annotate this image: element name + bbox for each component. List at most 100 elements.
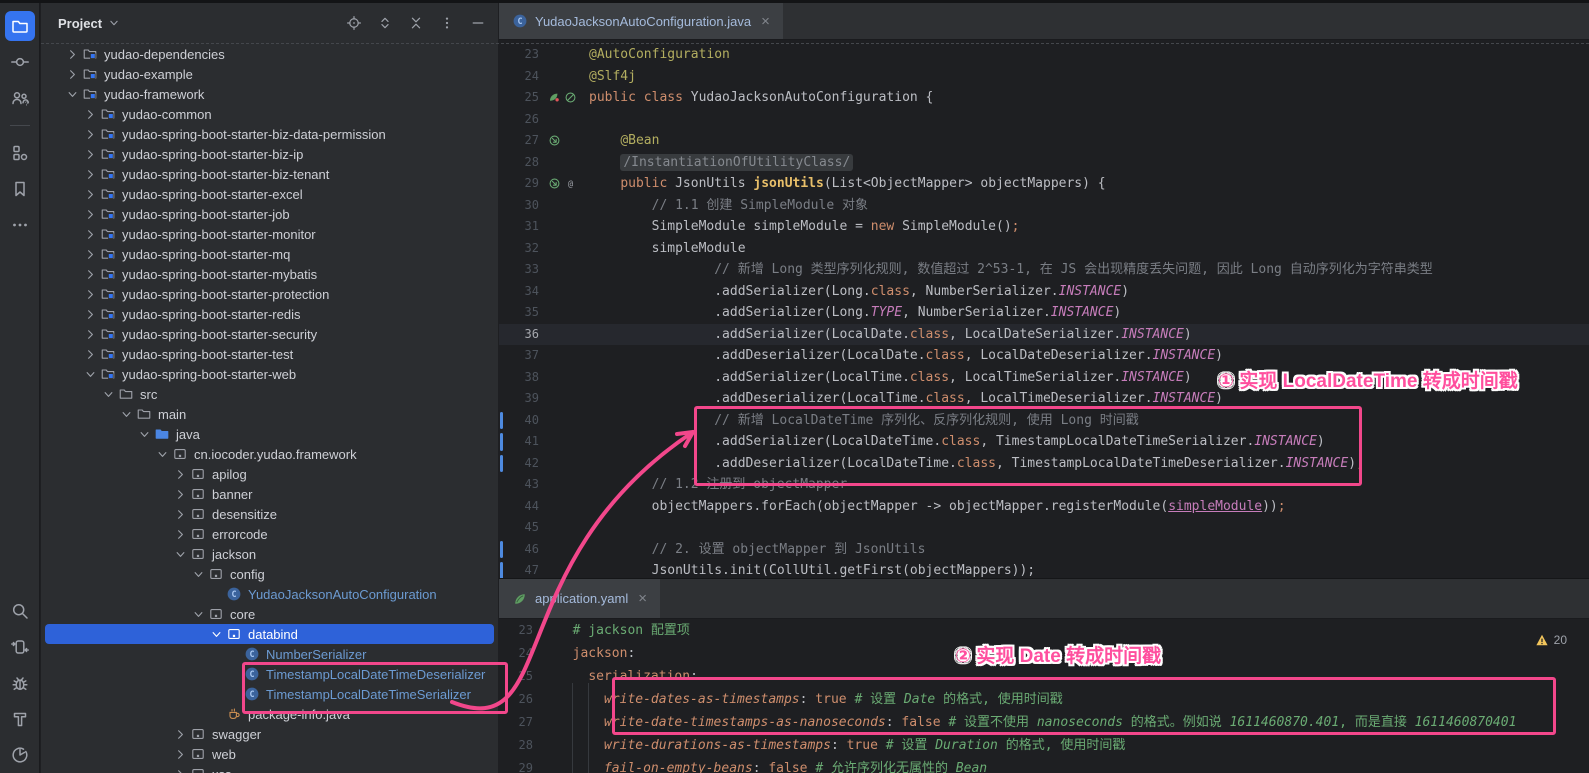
chevron-right-icon[interactable] [172,506,189,522]
chevron-right-icon[interactable] [82,266,99,282]
code-line-33[interactable]: 33 // 新增 Long 类型序列化规则, 数值超过 2^53-1, 在 JS… [499,259,1589,281]
gutter-icons[interactable] [539,453,589,475]
line-number[interactable]: 26 [499,688,533,711]
java-editor[interactable]: 23@AutoConfiguration24@Slf4j25public cla… [499,40,1589,578]
tree-item-cn-iocoder-yudao-framework[interactable]: cn.iocoder.yudao.framework [41,444,498,464]
project-icon[interactable] [5,11,35,41]
code-line-28[interactable]: 28 write-durations-as-timestamps: true #… [499,734,1589,757]
services-icon[interactable] [5,632,35,662]
line-number[interactable]: 33 [499,259,539,281]
gutter-icons[interactable] [539,66,589,88]
chevron-down-icon[interactable] [208,626,225,642]
line-number[interactable]: 37 [499,345,539,367]
line-number[interactable]: 32 [499,238,539,260]
chevron-right-icon[interactable] [82,186,99,202]
line-number[interactable]: 39 [499,388,539,410]
code-line-28[interactable]: 28 /InstantiationOfUtilityClass/ [499,152,1589,174]
line-number[interactable]: 31 [499,216,539,238]
gutter-icons[interactable] [539,302,589,324]
code-line-34[interactable]: 34 .addSerializer(Long.class, NumberSeri… [499,281,1589,303]
tree-item-main[interactable]: main [41,404,498,424]
tree-item-yudao-spring-boot-starter-mybatis[interactable]: yudao-spring-boot-starter-mybatis [41,264,498,284]
tree-item-yudao-spring-boot-starter-test[interactable]: yudao-spring-boot-starter-test [41,344,498,364]
tree-item-yudao-spring-boot-starter-mq[interactable]: yudao-spring-boot-starter-mq [41,244,498,264]
tree-item-desensitize[interactable]: desensitize [41,504,498,524]
line-number[interactable]: 44 [499,496,539,518]
tree-item-xss[interactable]: xss [41,764,498,773]
code-line-43[interactable]: 43 // 1.2 注册到 objectMapper [499,474,1589,496]
hide-icon[interactable] [470,15,486,31]
gutter-icons[interactable] [539,560,589,578]
locate-icon[interactable] [346,15,362,31]
gutter-icons[interactable] [539,496,589,518]
code-line-27[interactable]: 27 @Bean [499,130,1589,152]
code-line-29[interactable]: 29 fail-on-empty-beans: false # 允许序列化无属性… [499,757,1589,773]
code-line-29[interactable]: 29@ public JsonUtils jsonUtils(List<Obje… [499,173,1589,195]
line-number[interactable]: 23 [499,619,533,642]
project-view-selector[interactable]: Project [58,16,121,31]
chevron-right-icon[interactable] [82,306,99,322]
tree-item-yudao-dependencies[interactable]: yudao-dependencies [41,44,498,64]
gutter-icons[interactable] [539,431,589,453]
line-number[interactable]: 38 [499,367,539,389]
line-number[interactable]: 47 [499,560,539,578]
gutter-icons[interactable] [539,517,589,539]
chevron-right-icon[interactable] [82,106,99,122]
chevron-down-icon[interactable] [154,446,171,462]
bookmarks-icon[interactable] [5,174,35,204]
gutter-icons[interactable] [539,109,589,131]
line-number[interactable]: 23 [499,44,539,66]
gutter-icons[interactable] [539,281,589,303]
options-icon[interactable] [439,15,455,31]
line-number[interactable]: 26 [499,109,539,131]
chevron-right-icon[interactable] [172,486,189,502]
code-line-46[interactable]: 46 // 2. 设置 objectMapper 到 JsonUtils [499,539,1589,561]
chevron-right-icon[interactable] [82,346,99,362]
commit-icon[interactable] [5,47,35,77]
bean-arrow-icon[interactable] [548,134,561,147]
line-number[interactable]: 40 [499,410,539,432]
gutter-icons[interactable] [539,195,589,217]
gutter-icons[interactable] [539,87,589,109]
code-line-23[interactable]: 23 # jackson 配置项 [499,619,1589,642]
chevron-right-icon[interactable] [64,66,81,82]
tree-item-yudao-common[interactable]: yudao-common [41,104,498,124]
tree-item-java[interactable]: java [41,424,498,444]
chevron-down-icon[interactable] [118,406,135,422]
debug-icon[interactable] [5,668,35,698]
tree-item-yudao-spring-boot-starter-job[interactable]: yudao-spring-boot-starter-job [41,204,498,224]
close-icon[interactable]: × [761,14,770,29]
chevron-right-icon[interactable] [82,286,99,302]
tree-item-yudaojacksonautoconfiguration[interactable]: CYudaoJacksonAutoConfiguration [41,584,498,604]
gutter-icons[interactable] [539,152,589,174]
chevron-right-icon[interactable] [172,766,189,773]
chevron-right-icon[interactable] [172,746,189,762]
gutter-icons[interactable] [539,324,589,346]
spring-config-icon[interactable] [548,91,561,104]
chevron-down-icon[interactable] [100,386,117,402]
tree-item-yudao-spring-boot-starter-redis[interactable]: yudao-spring-boot-starter-redis [41,304,498,324]
gutter-icons[interactable] [539,259,589,281]
line-number[interactable]: 24 [499,642,533,665]
gutter-icons[interactable] [539,130,589,152]
gutter-icons[interactable] [539,388,589,410]
gutter-icons[interactable]: @ [539,173,589,195]
code-line-25[interactable]: 25 serialization: [499,665,1589,688]
close-icon[interactable]: × [638,591,647,606]
more-icon[interactable] [5,210,35,240]
chevron-right-icon[interactable] [82,206,99,222]
chevron-right-icon[interactable] [82,126,99,142]
expand-all-icon[interactable] [377,15,393,31]
code-line-44[interactable]: 44 objectMappers.forEach(objectMapper ->… [499,496,1589,518]
line-number[interactable]: 28 [499,734,533,757]
tree-item-src[interactable]: src [41,384,498,404]
line-number[interactable]: 45 [499,517,539,539]
tree-item-yudao-spring-boot-starter-biz-tenant[interactable]: yudao-spring-boot-starter-biz-tenant [41,164,498,184]
tree-item-web[interactable]: web [41,744,498,764]
chevron-down-icon[interactable] [136,426,153,442]
tree-item-timestamplocaldatetimedeserializer[interactable]: CTimestampLocalDateTimeDeserializer [41,664,498,684]
chevron-right-icon[interactable] [172,526,189,542]
tree-item-core[interactable]: core [41,604,498,624]
gutter-icons[interactable] [539,238,589,260]
line-number[interactable]: 43 [499,474,539,496]
